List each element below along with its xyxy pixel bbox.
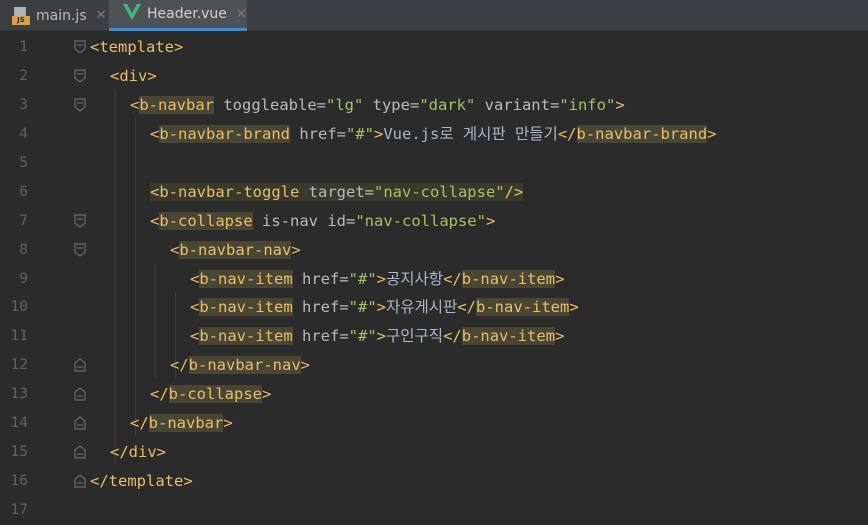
line-number: 7 (19, 213, 28, 229)
code-line: <b-nav-item href="#">공지사항</b-nav-item> (190, 270, 565, 288)
code-line: </div> (110, 443, 166, 461)
line-number: 15 (10, 444, 28, 460)
editor-tab-bar: JS main.js ✕ Header.vue ✕ (0, 0, 868, 31)
fold-close-icon[interactable] (74, 474, 86, 488)
code-line: <b-navbar-nav> (170, 241, 301, 259)
tab-main-js[interactable]: JS main.js ✕ (0, 0, 109, 31)
line-number: 4 (19, 126, 28, 142)
line-number: 8 (19, 242, 28, 258)
line-number: 2 (19, 68, 28, 84)
tab-label: main.js (36, 7, 87, 24)
line-number: 3 (19, 97, 28, 113)
fold-close-icon[interactable] (74, 445, 86, 459)
code-editor[interactable]: 1 2 3 4 5 6 7 8 9 10 11 12 13 14 15 16 1… (0, 31, 868, 518)
line-number: 5 (19, 155, 28, 171)
line-number: 11 (10, 328, 28, 344)
code-line: </b-navbar-nav> (170, 356, 310, 374)
code-line: <div> (110, 67, 157, 85)
code-line: </b-navbar> (130, 414, 233, 432)
code-line: <b-collapse is-nav id="nav-collapse"> (150, 212, 496, 230)
indent-guide (115, 89, 116, 465)
fold-open-icon[interactable] (74, 40, 86, 54)
code-line: <template> (90, 38, 184, 56)
fold-open-icon[interactable] (74, 69, 86, 83)
line-number: 14 (10, 415, 28, 431)
fold-close-icon[interactable] (74, 387, 86, 401)
close-icon[interactable]: ✕ (96, 8, 107, 23)
code-line: <b-nav-item href="#">자유게시판</b-nav-item> (190, 298, 579, 316)
fold-open-icon[interactable] (74, 98, 86, 112)
line-number: 1 (19, 39, 28, 55)
code-line: <b-navbar-brand href="#">Vue.js로 게시판 만들기… (150, 125, 717, 143)
code-line: <b-nav-item href="#">구인구직</b-nav-item> (190, 327, 565, 345)
code-line: </b-collapse> (150, 385, 272, 403)
indent-guide (155, 263, 156, 378)
close-icon[interactable]: ✕ (236, 7, 247, 22)
code-line: </template> (90, 472, 193, 490)
line-number: 16 (10, 473, 28, 489)
tab-header-vue[interactable]: Header.vue ✕ (109, 0, 247, 31)
line-number: 12 (10, 357, 28, 373)
tab-label: Header.vue (147, 6, 227, 22)
line-number: 13 (10, 386, 28, 402)
line-number: 10 (10, 299, 28, 315)
fold-close-icon[interactable] (74, 416, 86, 430)
code-line: <b-navbar toggleable="lg" type="dark" va… (130, 96, 625, 114)
fold-open-icon[interactable] (74, 214, 86, 228)
fold-open-icon[interactable] (74, 243, 86, 257)
code-line: <b-navbar-toggle target="nav-collapse"/> (150, 183, 524, 201)
vue-file-icon (123, 4, 141, 24)
line-number: 17 (10, 502, 28, 518)
line-number: 6 (19, 184, 28, 200)
fold-close-icon[interactable] (74, 358, 86, 372)
js-file-icon: JS (12, 6, 30, 25)
line-number: 9 (19, 271, 28, 287)
indent-guide (135, 118, 136, 436)
